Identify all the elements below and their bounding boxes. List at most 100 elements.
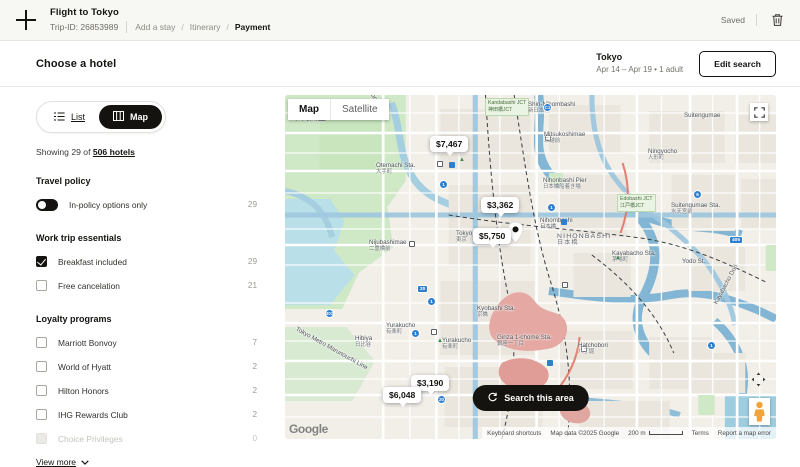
trip-info: Flight to Tokyo Trip-ID: 26853989 Add a … [50,7,270,33]
filter-count: 7 [252,338,285,347]
view-more-button[interactable]: View more [36,457,285,467]
highway-shield-icon: 301 [325,309,334,318]
filter-group-title: Loyalty programs [36,314,285,324]
filter-label: IHG Rewards Club [58,410,128,420]
filter-group-loyalty-programs: Loyalty programs Marriott Bonvoy 7 World… [36,314,285,467]
terms-link[interactable]: Terms [692,430,709,437]
station-icon [431,329,437,335]
view-more-label: View more [36,457,76,467]
highway-shield-icon: 1 [439,180,448,189]
filter-row-choice-privileges: Choice Privileges 0 [36,429,285,448]
breadcrumb-item-itinerary[interactable]: Itinerary [190,21,221,33]
results-count-prefix: Showing 29 of [36,147,93,157]
filter-row-in-policy-options-only[interactable]: In-policy options only 29 [36,195,285,214]
breadcrumb-item-add-a-stay[interactable]: Add a stay [135,21,175,33]
refresh-icon [487,392,497,404]
filter-label: Choice Privileges [58,434,123,444]
map-scale: 200 m [628,430,683,437]
plus-compass-icon[interactable] [14,8,38,32]
filter-count: 2 [252,410,285,419]
map-column: Map Satellite [285,87,800,449]
page-subheader: Choose a hotel Tokyo Apr 14 – Apr 19 • 1… [0,41,800,87]
checkbox-hilton-honors[interactable] [36,385,47,396]
map-scale-bar [649,431,683,435]
map-icon [113,111,124,123]
divider [126,21,127,33]
highway-shield-icon: 6 [693,190,702,199]
trash-icon[interactable] [768,11,786,29]
metro-icon [547,360,553,366]
checkbox-ihg-rewards-club[interactable] [36,409,47,420]
pan-arrows-icon[interactable] [751,372,766,387]
list-icon [54,112,65,123]
breadcrumb-separator: / [181,21,183,33]
price-pin[interactable]: $6,048 [383,387,421,403]
station-icon [409,241,415,247]
filter-row-breakfast-included[interactable]: Breakfast included 29 [36,252,285,271]
results-count-total[interactable]: 506 hotels [93,147,135,157]
chevron-down-icon [81,457,89,467]
filter-row-ihg-rewards-club[interactable]: IHG Rewards Club 2 [36,405,285,424]
filters-sidebar: List Map Showing 29 of 506 hotels Travel… [0,87,285,449]
view-toggle-list[interactable]: List [40,105,99,129]
fullscreen-icon[interactable] [750,103,768,121]
filter-count: 0 [252,434,285,443]
highway-shield-icon: 1 [707,341,716,350]
results-count: Showing 29 of 506 hotels [36,147,285,157]
map-canvas[interactable]: Map Satellite [285,95,776,439]
report-map-error-link[interactable]: Report a map error [718,430,771,437]
highway-shield-icon: 1 [427,297,436,306]
station-icon [545,135,551,141]
price-pin[interactable]: $7,467 [430,136,468,152]
pegman-icon[interactable] [749,398,770,425]
filter-group-work-trip-essentials: Work trip essentials Breakfast included … [36,233,285,295]
filter-count: 29 [248,257,285,266]
filter-label: Breakfast included [58,257,127,267]
checkbox-marriott-bonvoy[interactable] [36,337,47,348]
view-toggle-map[interactable]: Map [99,105,162,129]
search-this-area-button[interactable]: Search this area [472,385,589,411]
filter-label: In-policy options only [69,200,147,210]
checkbox-world-of-hyatt[interactable] [36,361,47,372]
highway-shield-icon: C1 [543,103,552,112]
in-policy-toggle[interactable] [36,199,58,211]
filter-row-free-cancelation[interactable]: Free cancelation 21 [36,276,285,295]
price-pin[interactable]: $5,750 [473,228,511,244]
filter-label: Marriott Bonvoy [58,338,117,348]
filter-row-hilton-honors[interactable]: Hilton Honors 2 [36,381,285,400]
map-type-satellite[interactable]: Satellite [330,99,389,120]
checkbox-breakfast-included[interactable] [36,256,47,267]
highway-shield-icon: 405 [729,236,743,244]
filter-count: 21 [248,281,285,290]
search-summary: Tokyo Apr 14 – Apr 19 • 1 adult [596,51,683,76]
keyboard-shortcuts-label[interactable]: Keyboard shortcuts [487,430,541,437]
filter-group-title: Work trip essentials [36,233,285,243]
destination-label: Tokyo [596,51,683,63]
checkbox-free-cancelation[interactable] [36,280,47,291]
filter-label: World of Hyatt [58,362,111,372]
filter-count: 2 [252,362,285,371]
highway-shield-icon: 1 [411,329,420,338]
top-bar: Flight to Tokyo Trip-ID: 26853989 Add a … [0,0,800,41]
park-icon: ▲ [459,157,465,163]
station-icon [562,282,568,288]
map-data-label: Map data ©2025 Google [550,430,619,437]
station-icon [437,161,443,167]
metro-icon [561,219,567,225]
saved-status: Saved [721,15,745,25]
view-toggle-list-label: List [71,112,85,122]
filter-label: Hilton Honors [58,386,109,396]
divider [756,14,757,26]
price-pin[interactable]: $3,362 [481,197,519,213]
page-title: Choose a hotel [36,58,116,70]
edit-search-button[interactable]: Edit search [699,51,776,77]
filter-row-world-of-hyatt[interactable]: World of Hyatt 2 [36,357,285,376]
filter-row-marriott-bonvoy[interactable]: Marriott Bonvoy 7 [36,333,285,352]
highway-shield-icon: 20 [437,395,446,404]
breadcrumb-separator: / [226,21,228,33]
breadcrumb-item-payment[interactable]: Payment [235,21,270,33]
google-watermark: Google [289,422,328,436]
park-icon: ▲ [437,338,443,344]
trip-title: Flight to Tokyo [50,7,270,19]
map-type-map[interactable]: Map [288,99,330,120]
